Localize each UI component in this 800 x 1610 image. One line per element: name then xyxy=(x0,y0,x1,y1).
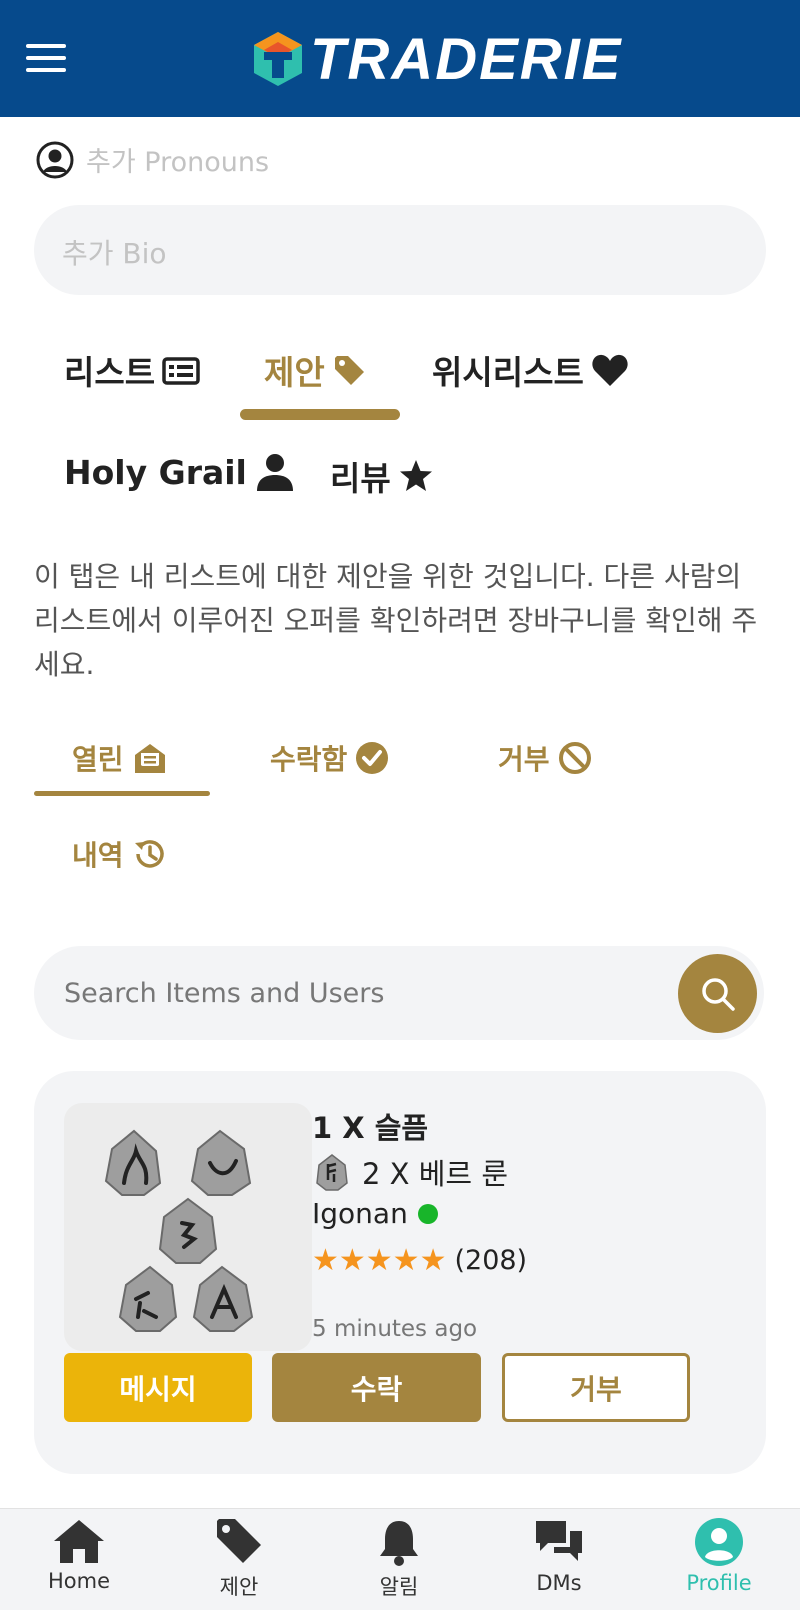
chat-bubbles-icon xyxy=(536,1521,582,1561)
tab-wishlist[interactable]: 위시리스트 xyxy=(432,346,630,394)
nav-profile-label: Profile xyxy=(686,1571,752,1595)
star-icon xyxy=(399,460,432,491)
accept-button[interactable]: 수락 xyxy=(272,1353,481,1422)
list-icon xyxy=(162,357,200,385)
tab-offers-label: 제안 xyxy=(264,353,325,392)
message-button[interactable]: 메시지 xyxy=(64,1353,252,1422)
ban-icon xyxy=(558,742,591,774)
history-icon xyxy=(134,840,164,868)
pronouns-placeholder: 추가 Pronouns xyxy=(86,147,270,178)
bottom-nav: Home 제안 알림 DMs Profile xyxy=(0,1508,800,1610)
rating-count: (208) xyxy=(454,1245,528,1276)
tab-holy-grail[interactable]: Holy Grail xyxy=(64,452,297,492)
person-icon xyxy=(256,454,293,491)
tab-listings[interactable]: 리스트 xyxy=(64,346,201,394)
subtab-open-label: 열린 xyxy=(72,743,124,776)
pronouns-field[interactable]: 추가 Pronouns xyxy=(36,140,269,179)
item-image xyxy=(64,1103,312,1351)
subtab-accepted-label: 수락함 xyxy=(270,743,348,776)
logo-mark-icon xyxy=(254,32,302,86)
search-icon xyxy=(701,977,735,1011)
nav-notifications[interactable]: 알림 xyxy=(334,1517,464,1601)
bell-icon xyxy=(380,1521,418,1566)
search-input[interactable] xyxy=(64,968,624,1018)
tab-holy-grail-label: Holy Grail xyxy=(64,452,247,492)
offer-item-title[interactable]: 1 X 슬픔 xyxy=(312,1105,428,1147)
subtab-history-label: 내역 xyxy=(72,839,124,872)
heart-icon xyxy=(592,354,628,386)
menu-icon[interactable] xyxy=(26,44,66,72)
search-bar xyxy=(34,946,764,1040)
subtab-history[interactable]: 내역 xyxy=(72,834,168,874)
user-circle-icon xyxy=(36,141,74,178)
home-icon xyxy=(54,1520,104,1563)
offer-user[interactable]: Igonan xyxy=(312,1197,438,1230)
tag-icon xyxy=(217,1519,261,1563)
check-circle-icon xyxy=(356,742,389,774)
bio-placeholder: 추가 Bio xyxy=(62,237,167,270)
nav-home[interactable]: Home xyxy=(14,1517,144,1593)
app-header: TRADERIE xyxy=(0,0,800,117)
nav-home-label: Home xyxy=(47,1569,110,1593)
offer-price-text: 2 X 베르 룬 xyxy=(362,1157,509,1191)
tab-listings-label: 리스트 xyxy=(64,353,156,392)
nav-offers-label: 제안 xyxy=(219,1575,259,1599)
tag-icon xyxy=(334,356,364,385)
nav-profile[interactable]: Profile xyxy=(654,1517,784,1595)
nav-dms[interactable]: DMs xyxy=(494,1517,624,1595)
ber-rune-icon xyxy=(316,1154,348,1191)
profile-icon xyxy=(695,1518,743,1566)
user-rating: ★★★★★ (208) xyxy=(312,1243,527,1278)
offer-username: Igonan xyxy=(312,1197,408,1230)
decline-button[interactable]: 거부 xyxy=(502,1353,690,1422)
nav-dms-label: DMs xyxy=(536,1571,582,1595)
offer-card: 1 X 슬픔 2 X 베르 룬 Igonan ★★★★★ (208) 5 min… xyxy=(34,1071,766,1474)
tab-reviews-label: 리뷰 xyxy=(330,459,391,498)
subtab-declined[interactable]: 거부 xyxy=(498,738,592,778)
subtab-open[interactable]: 열린 xyxy=(72,738,168,778)
nav-notifications-label: 알림 xyxy=(379,1575,419,1599)
tab-reviews[interactable]: 리뷰 xyxy=(330,452,435,500)
bio-field[interactable]: 추가 Bio xyxy=(34,205,766,295)
subtab-active-underline xyxy=(34,791,210,796)
rating-stars-icon: ★★★★★ xyxy=(312,1243,447,1278)
offer-price: 2 X 베르 룬 xyxy=(312,1151,508,1193)
subtab-declined-label: 거부 xyxy=(498,743,550,776)
traderie-logo[interactable]: TRADERIE xyxy=(252,26,623,92)
open-envelope-icon xyxy=(134,744,165,773)
search-button[interactable] xyxy=(678,954,757,1033)
tab-active-underline xyxy=(240,409,400,420)
online-status-dot xyxy=(417,1203,438,1224)
offers-description: 이 탭은 내 리스트에 대한 제안을 위한 것입니다. 다른 사람의 리스트에서… xyxy=(34,560,758,681)
tab-offers[interactable]: 제안 xyxy=(264,346,367,394)
nav-offers[interactable]: 제안 xyxy=(174,1517,304,1601)
runes-image xyxy=(104,1129,254,1332)
tab-wishlist-label: 위시리스트 xyxy=(432,353,584,392)
logo-text: TRADERIE xyxy=(310,26,623,92)
subtab-accepted[interactable]: 수락함 xyxy=(270,738,389,778)
offer-timestamp: 5 minutes ago xyxy=(312,1316,478,1342)
